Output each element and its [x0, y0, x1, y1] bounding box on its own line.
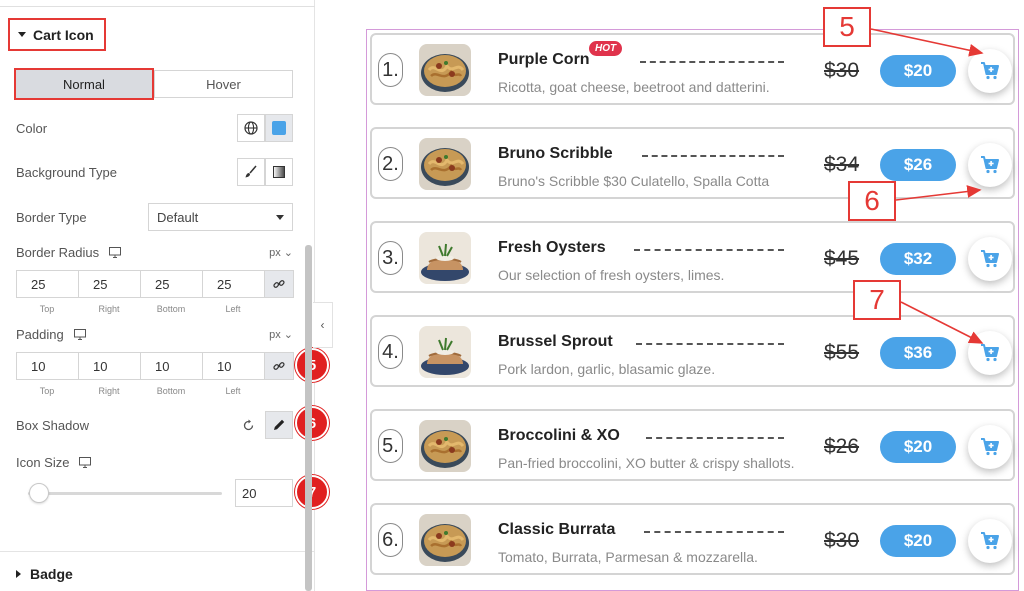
- arrow-6: [895, 185, 982, 201]
- arrow-5: [870, 28, 984, 57]
- tab-normal[interactable]: Normal: [14, 68, 154, 100]
- screen: Cart Icon Normal Hover Color Background …: [0, 0, 1024, 591]
- arrow-7: [900, 301, 984, 344]
